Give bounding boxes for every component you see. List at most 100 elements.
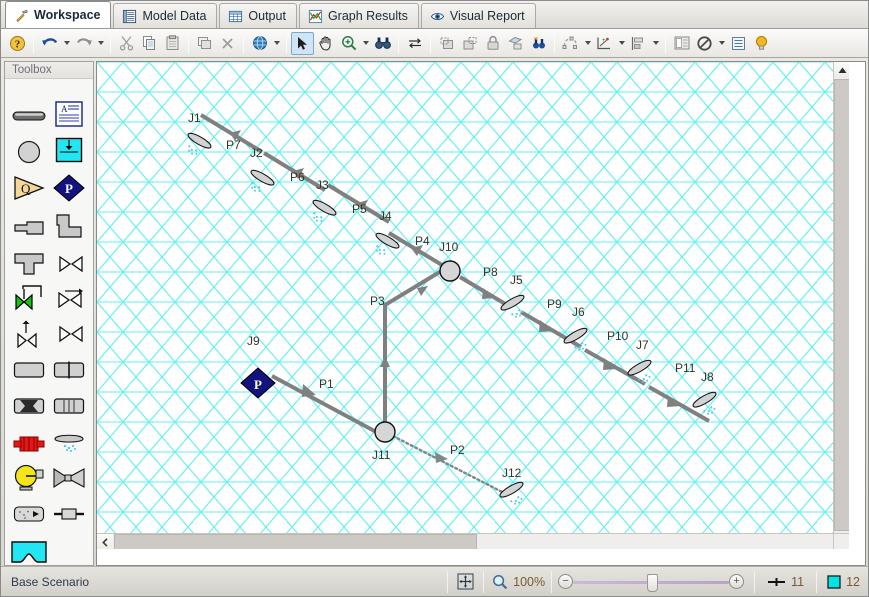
lock-icon[interactable] <box>481 32 504 55</box>
tab-model-data[interactable]: Model Data <box>113 3 217 28</box>
undo-icon[interactable] <box>38 32 61 55</box>
zoom-out-button[interactable]: − <box>558 574 573 589</box>
axes-dropdown[interactable] <box>616 32 627 55</box>
delete-icon[interactable] <box>216 32 239 55</box>
status-separator <box>754 571 755 593</box>
junction-J12[interactable] <box>498 480 530 510</box>
three-way-valve-tool[interactable] <box>51 319 91 349</box>
label-P10: P10 <box>607 329 629 343</box>
pump-tool[interactable] <box>9 463 49 493</box>
branch-junction-tool[interactable] <box>9 137 49 167</box>
select-pointer-icon[interactable] <box>291 32 314 55</box>
zoom-dropdown[interactable] <box>360 32 371 55</box>
redo-dropdown[interactable] <box>95 32 106 55</box>
pipe-P3[interactable] <box>380 270 443 430</box>
junction-J11[interactable] <box>375 422 395 442</box>
paste-icon[interactable] <box>161 32 184 55</box>
group-icon[interactable] <box>504 32 527 55</box>
label-P8: P8 <box>483 265 498 279</box>
tab-workspace[interactable]: Workspace <box>5 1 111 28</box>
spray-discharge-tool[interactable] <box>49 427 89 457</box>
tee-tool[interactable] <box>9 249 49 279</box>
vertical-scrollbar[interactable] <box>833 62 849 549</box>
disable-icon[interactable] <box>693 32 716 55</box>
screen-tool[interactable] <box>49 391 89 421</box>
heat-exchanger-tool[interactable] <box>9 429 49 459</box>
check-valve-tool[interactable] <box>51 283 91 313</box>
toolbox-panel: Toolbox A <box>4 61 94 566</box>
globe-icon[interactable] <box>248 32 271 55</box>
workspace-canvas[interactable]: P J1 J2 J3 J4 J5 J6 J7 <box>97 62 849 549</box>
pan-hand-icon[interactable] <box>314 32 337 55</box>
find-binoculars-icon[interactable] <box>371 32 394 55</box>
toolbar-separator <box>554 34 555 53</box>
zoom-slider[interactable] <box>573 575 729 589</box>
tank-tool[interactable] <box>49 135 89 165</box>
zoom-in-button[interactable]: + <box>729 574 744 589</box>
align-icon[interactable] <box>627 32 650 55</box>
redo-icon[interactable] <box>72 32 95 55</box>
properties-icon[interactable] <box>670 32 693 55</box>
junction-J10[interactable] <box>440 261 460 281</box>
copy-icon[interactable] <box>138 32 161 55</box>
valve-tool[interactable] <box>51 249 91 279</box>
pipe-tool[interactable] <box>9 101 49 131</box>
reverse-arrows-icon[interactable] <box>403 32 426 55</box>
junction-J1[interactable] <box>180 131 212 161</box>
label-P4: P4 <box>415 234 430 248</box>
horizontal-scrollbar[interactable] <box>97 533 849 549</box>
pipe-count-cell: 11 <box>767 575 804 589</box>
help-icon[interactable]: ? <box>6 32 29 55</box>
list-icon[interactable] <box>727 32 750 55</box>
scroll-left-button[interactable] <box>97 534 113 549</box>
bring-to-front-icon[interactable] <box>435 32 458 55</box>
annotation-icon[interactable] <box>559 32 582 55</box>
dead-end-tool[interactable] <box>9 213 49 243</box>
cut-icon[interactable] <box>115 32 138 55</box>
junction-J5[interactable] <box>499 293 531 323</box>
relief-valve-tool[interactable] <box>9 319 49 349</box>
tab-visual-report[interactable]: Visual Report <box>421 3 536 28</box>
annotation-dropdown[interactable] <box>582 32 593 55</box>
tab-label: Output <box>248 9 286 23</box>
venturi-tool[interactable] <box>49 463 89 493</box>
scroll-up-button[interactable] <box>834 62 849 78</box>
tab-output[interactable]: Output <box>219 3 297 28</box>
orifice-tool[interactable] <box>49 355 89 385</box>
general-component-tool[interactable] <box>9 355 49 385</box>
svg-text:P: P <box>65 181 73 196</box>
junction-J3[interactable] <box>305 198 337 228</box>
junction-J9[interactable]: P <box>241 368 275 398</box>
zoom-magnifier-icon[interactable] <box>337 32 360 55</box>
align-dropdown[interactable] <box>650 32 661 55</box>
duplicate-icon[interactable] <box>193 32 216 55</box>
undo-dropdown[interactable] <box>61 32 72 55</box>
idea-bulb-icon[interactable] <box>750 32 773 55</box>
zoom-level-label: 100% <box>513 575 545 589</box>
tab-graph-results[interactable]: Graph Results <box>299 3 419 28</box>
assigned-pressure-tool[interactable]: P <box>49 173 89 203</box>
junction-J2[interactable] <box>243 168 275 198</box>
volume-balance-tool[interactable] <box>49 499 89 529</box>
main-toolbar: ? <box>1 29 869 58</box>
status-separator <box>816 571 817 593</box>
static-element-tool[interactable] <box>9 499 49 529</box>
bend-tool[interactable] <box>49 211 89 241</box>
annotation-tool[interactable]: A <box>49 99 89 129</box>
disable-dropdown[interactable] <box>716 32 727 55</box>
graph-axes-icon[interactable]: + <box>593 32 616 55</box>
bellows-tool[interactable] <box>9 391 49 421</box>
zoom-slider-thumb[interactable] <box>647 574 658 592</box>
assigned-flow-tool[interactable]: Q <box>9 173 49 203</box>
reservoir-tool[interactable] <box>9 537 49 567</box>
send-to-back-icon[interactable] <box>458 32 481 55</box>
globe-dropdown[interactable] <box>271 32 282 55</box>
vertical-scroll-thumb[interactable] <box>834 79 849 531</box>
fit-to-window-icon[interactable] <box>454 570 477 593</box>
label-J4: J4 <box>379 209 392 223</box>
find-object-icon[interactable] <box>527 32 550 55</box>
junction-count-label: 12 <box>846 575 860 589</box>
pipe-P8[interactable] <box>460 277 507 305</box>
control-valve-tool[interactable] <box>9 283 49 313</box>
horizontal-scroll-thumb[interactable] <box>114 534 477 549</box>
